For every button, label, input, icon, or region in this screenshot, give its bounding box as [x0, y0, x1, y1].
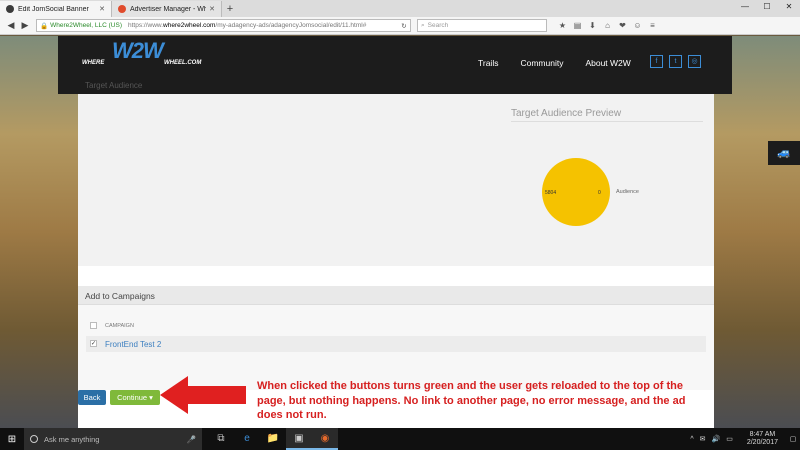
search-input[interactable]: ⌕ Search [417, 19, 547, 32]
taskbar-apps: ⧉ e 📁 ▣ ◉ [208, 428, 338, 450]
cortana-placeholder: Ask me anything [44, 434, 100, 444]
pie-value-right: 0 [598, 190, 601, 196]
download-icon[interactable]: ⬇ [585, 21, 600, 30]
search-icon: ⌕ [421, 21, 425, 29]
taskbar: ⊞ Ask me anything 🎤 ⧉ e 📁 ▣ ◉ ^ ✉ 🔊 ▭ 8:… [0, 428, 800, 450]
back-arrow-icon[interactable]: ◀ [4, 20, 18, 31]
tab-title: Advertiser Manager - Whe... [130, 5, 207, 13]
tab-favicon-icon [118, 5, 126, 13]
social-links: f t ◎ [650, 55, 701, 68]
keyboard-icon[interactable]: ▭ [726, 435, 733, 443]
toolbar-icons: ★ ▤ ⬇ ⌂ ❤ ☺ ≡ [555, 21, 660, 30]
close-window-button[interactable]: ✕ [778, 0, 800, 14]
home-icon[interactable]: ⌂ [600, 21, 615, 30]
lock-icon: 🔒 [40, 22, 49, 30]
forward-arrow-icon[interactable]: ▶ [18, 20, 32, 31]
page-viewport: W2W WHERE WHEEL.COM Trails Community Abo… [0, 36, 800, 428]
campaigns-panel: Add to Campaigns CAMPAIGN ✓ FrontEnd Tes… [78, 286, 714, 390]
cortana-icon [30, 435, 38, 443]
cortana-search-input[interactable]: Ask me anything 🎤 [24, 428, 202, 450]
notifications-icon[interactable]: ▢ [786, 435, 800, 443]
select-all-checkbox[interactable] [90, 322, 97, 329]
campaign-checkbox[interactable]: ✓ [90, 340, 97, 347]
minimize-button[interactable]: — [734, 0, 756, 14]
tab-title: Edit JomSocial Banner [18, 5, 89, 13]
campaign-link[interactable]: FrontEnd Test 2 [105, 340, 161, 349]
message-icon[interactable]: ✉ [700, 435, 706, 443]
site-logo[interactable]: W2W WHERE WHEEL.COM [82, 38, 212, 70]
file-explorer-icon[interactable]: 📁 [260, 428, 286, 450]
maximize-button[interactable]: ☐ [756, 0, 778, 14]
reload-icon[interactable]: ↻ [398, 22, 410, 30]
bookmark-star-icon[interactable]: ★ [555, 21, 570, 30]
clock-date: 2/20/2017 [746, 439, 778, 446]
task-view-icon[interactable]: ⧉ [208, 428, 234, 450]
instagram-icon[interactable]: ◎ [688, 55, 701, 68]
divider [511, 121, 703, 122]
facebook-icon[interactable]: f [650, 55, 663, 68]
nav-community[interactable]: Community [520, 58, 563, 68]
twitter-icon[interactable]: t [669, 55, 682, 68]
clock-time: 8:47 AM [749, 431, 776, 438]
tab-advertiser-manager[interactable]: Advertiser Manager - Whe... ✕ [112, 1, 222, 17]
add-to-campaigns-header: Add to Campaigns [78, 286, 714, 305]
windows-start-icon[interactable]: ⊞ [0, 434, 24, 445]
volume-icon[interactable]: 🔊 [712, 435, 721, 443]
nav-trails[interactable]: Trails [478, 58, 498, 68]
window-controls: — ☐ ✕ [734, 0, 800, 14]
address-bar[interactable]: 🔒 Where2Wheel, LLC (US) https://www.wher… [36, 19, 411, 32]
site-nav: Trails Community About W2W [478, 58, 631, 68]
app-icon[interactable]: ▣ [286, 428, 312, 450]
browser-tab-bar: Edit JomSocial Banner ✕ Advertiser Manag… [0, 0, 800, 17]
table-row: ✓ FrontEnd Test 2 [86, 336, 706, 352]
pie-value-left: 5804 [545, 190, 557, 196]
audience-panel: Target Audience Preview 5804 0 Audience [78, 94, 714, 266]
system-tray: ^ ✉ 🔊 ▭ 8:47 AM 2/20/2017 ▢ [690, 431, 800, 447]
menu-icon[interactable]: ≡ [645, 21, 660, 30]
close-tab-icon[interactable]: ✕ [209, 5, 215, 13]
search-placeholder: Search [427, 22, 449, 29]
show-hidden-icons-icon[interactable]: ^ [690, 436, 693, 443]
url-text[interactable]: https://www.where2wheel.com/my-adagency-… [128, 22, 398, 29]
campaign-column-header: CAMPAIGN [105, 323, 134, 329]
new-tab-button[interactable]: + [222, 1, 238, 17]
side-vehicle-icon[interactable]: 🚙 [768, 141, 800, 165]
continue-button[interactable]: Continue ▾ [110, 390, 160, 405]
browser-nav-bar: ◀ ▶ 🔒 Where2Wheel, LLC (US) https://www.… [0, 17, 800, 35]
annotation-text: When clicked the buttons turns green and… [257, 380, 686, 421]
site-identity[interactable]: Where2Wheel, LLC (US) [50, 22, 122, 29]
annotation-arrow-icon [160, 376, 246, 414]
pocket-icon[interactable]: ❤ [615, 21, 630, 30]
account-icon[interactable]: ☺ [630, 21, 645, 30]
target-audience-label: Target Audience [85, 81, 143, 90]
reading-list-icon[interactable]: ▤ [570, 21, 585, 30]
firefox-icon[interactable]: ◉ [312, 428, 338, 450]
tab-edit-jomsocial-banner[interactable]: Edit JomSocial Banner ✕ [0, 1, 112, 17]
edge-icon[interactable]: e [234, 428, 260, 450]
tab-favicon-icon [6, 5, 14, 13]
microphone-icon[interactable]: 🎤 [187, 435, 196, 444]
back-button[interactable]: Back [78, 390, 106, 405]
site-header: W2W WHERE WHEEL.COM Trails Community Abo… [58, 36, 732, 94]
target-audience-preview-title: Target Audience Preview [511, 108, 622, 119]
pie-legend-label: Audience [616, 189, 639, 195]
clock[interactable]: 8:47 AM 2/20/2017 [747, 431, 778, 447]
nav-about[interactable]: About W2W [585, 58, 630, 68]
close-tab-icon[interactable]: ✕ [99, 5, 105, 13]
